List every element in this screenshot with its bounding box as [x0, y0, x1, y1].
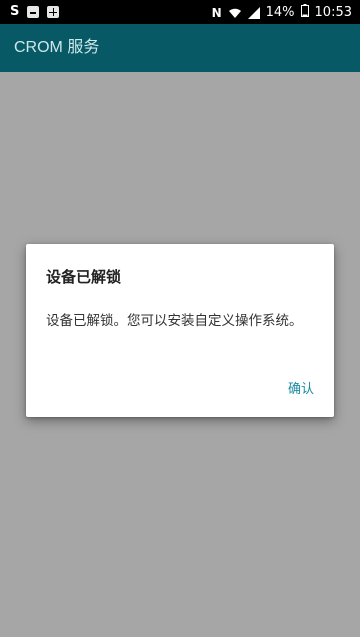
grid-notification-icon — [47, 6, 60, 18]
s-icon: S — [10, 4, 20, 19]
clock: 10:53 — [314, 5, 352, 20]
app-title: CROM 服务 — [14, 39, 100, 56]
battery-percent: 14% — [265, 5, 295, 20]
nfc-icon: N — [211, 6, 222, 20]
status-bar: S N 14% 10:53 — [0, 0, 360, 24]
confirm-button[interactable]: 确认 — [288, 378, 314, 397]
unlock-dialog: 设备已解锁 设备已解锁。您可以安装自定义操作系统。 确认 — [26, 244, 334, 417]
dialog-title: 设备已解锁 — [46, 268, 122, 286]
dialog-message: 设备已解锁。您可以安装自定义操作系统。 — [46, 313, 303, 329]
battery-icon — [300, 4, 309, 22]
face-notification-icon — [27, 6, 40, 18]
status-right-icons: N 14% 10:53 — [212, 4, 352, 22]
wifi-icon — [228, 7, 242, 19]
signal-icon — [247, 7, 260, 19]
status-left-icons: S — [10, 4, 60, 20]
